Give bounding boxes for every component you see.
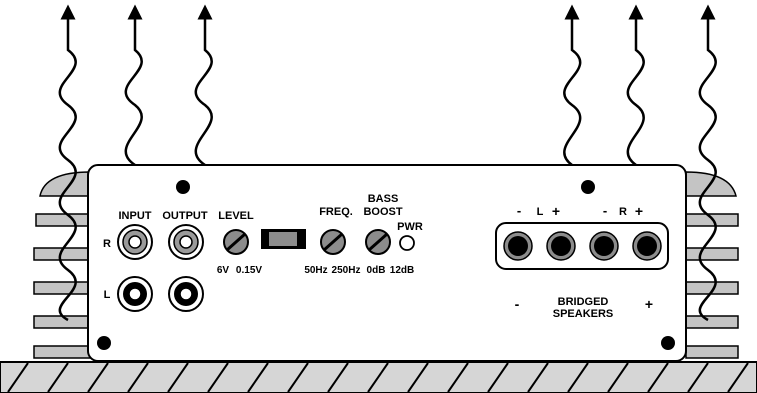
input-label: INPUT [119,210,152,222]
left-channel-label: L [537,206,544,218]
heat-arrow-icon [194,4,213,167]
screw-icon [581,180,595,194]
left-plus-label: + [552,203,560,219]
speaker-terminal-right-plus[interactable] [632,231,662,261]
right-channel-label: R [619,206,627,218]
bass-boost-knob[interactable] [365,229,391,255]
boost-min-label: 0dB [367,265,386,276]
level-label: LEVEL [218,210,254,222]
right-plus-label: + [635,203,643,219]
rca-input-l[interactable] [117,276,153,312]
rca-output-r[interactable] [168,224,204,260]
heat-arrow-icon [124,4,143,167]
right-minus-label: - [603,203,607,218]
heat-arrow-icon [626,4,645,167]
right-heatsink [685,171,739,359]
heat-arrow-icon [563,4,582,167]
speaker-terminal-left-plus[interactable] [546,231,576,261]
screw-icon [661,336,675,350]
rca-input-r[interactable] [117,224,153,260]
channel-r-label: R [103,238,111,250]
output-label: OUTPUT [162,210,208,222]
left-minus-label: - [517,203,521,218]
level-min-label: 6V [217,265,230,276]
bass-boost-label-1: BASS [368,193,399,205]
bridged-label-1: BRIDGED [558,296,609,308]
boost-max-label: 12dB [390,265,414,276]
freq-max-label: 250Hz [332,265,361,276]
ground-surface [0,361,757,393]
heat-arrow-icon [58,4,77,322]
bridged-plus-label: + [645,296,653,312]
screw-icon [97,336,111,350]
pwr-label: PWR [397,221,423,233]
freq-label: FREQ. [319,206,353,218]
level-max-label: 0.15V [236,265,262,276]
channel-l-label: L [104,289,111,301]
power-led-icon [399,235,415,251]
freq-min-label: 50Hz [304,265,327,276]
bass-boost-label-2: BOOST [363,206,402,218]
heat-arrow-icon [698,4,717,322]
level-knob[interactable] [223,229,249,255]
bridged-label-2: SPEAKERS [553,308,614,320]
bridged-minus-label: - [515,296,520,312]
speaker-terminal-right-minus[interactable] [589,231,619,261]
amplifier-diagram: INPUT OUTPUT LEVEL R L 6V 0.15V FREQ. 50… [0,4,757,393]
screw-icon [176,180,190,194]
freq-knob[interactable] [320,229,346,255]
mode-switch[interactable] [261,229,306,249]
speaker-terminal-left-minus[interactable] [503,231,533,261]
rca-output-l[interactable] [168,276,204,312]
